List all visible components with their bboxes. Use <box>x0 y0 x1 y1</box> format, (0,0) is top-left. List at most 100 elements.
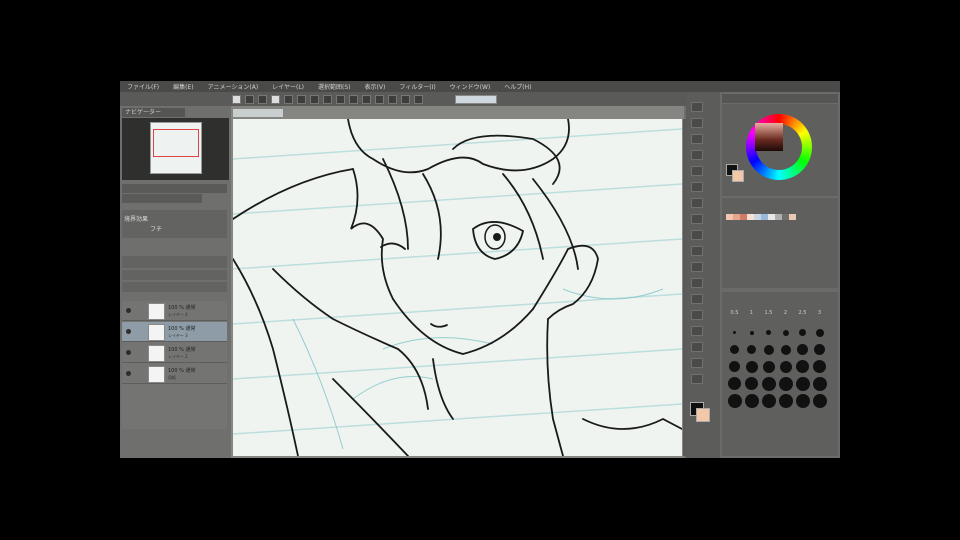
menu-layer[interactable]: レイヤー(L) <box>265 82 311 91</box>
menu-help[interactable]: ヘルプ(H) <box>497 82 538 91</box>
brush-size-option[interactable] <box>794 341 811 358</box>
brush-size-label: 1.5 <box>764 310 773 316</box>
brush-size-option[interactable] <box>811 392 828 409</box>
snap-icon[interactable] <box>401 94 410 104</box>
brush-size-option[interactable] <box>726 324 743 341</box>
color-set-swatches[interactable] <box>726 214 796 220</box>
text-tool-icon[interactable] <box>691 358 703 368</box>
navigator-thumbnail[interactable] <box>150 122 202 174</box>
fill-tool-icon[interactable] <box>691 294 703 304</box>
brush-size-option[interactable] <box>811 324 828 341</box>
brush-size-option[interactable] <box>743 341 760 358</box>
eye-icon[interactable] <box>126 329 131 334</box>
brush-size-option[interactable] <box>726 358 743 375</box>
drawing-canvas[interactable] <box>233 119 682 456</box>
canvas-tab[interactable] <box>233 109 283 117</box>
brush-size-option[interactable] <box>760 392 777 409</box>
blend-tool-icon[interactable] <box>691 278 703 288</box>
menu-edit[interactable]: 編集(E) <box>166 82 200 91</box>
menu-window[interactable]: ウィンドウ(W) <box>443 82 498 91</box>
opacity-bar[interactable] <box>122 282 227 292</box>
pen-tool-icon[interactable] <box>691 198 703 208</box>
gradient-tool-icon[interactable] <box>691 310 703 320</box>
zoom-tool-icon[interactable] <box>691 102 703 112</box>
brush-size-option[interactable] <box>760 375 777 392</box>
lasso-tool-icon[interactable] <box>691 166 703 176</box>
move-tool-icon[interactable] <box>691 118 703 128</box>
menu-file[interactable]: ファイル(F) <box>120 82 166 91</box>
select-tool-icon[interactable] <box>691 150 703 160</box>
eye-icon[interactable] <box>126 350 131 355</box>
balloon-tool-icon[interactable] <box>691 374 703 384</box>
airbrush-tool-icon[interactable] <box>691 246 703 256</box>
brush-size-option[interactable] <box>726 341 743 358</box>
copy-icon[interactable] <box>271 94 280 104</box>
brush-size-option[interactable] <box>726 392 743 409</box>
layer-row[interactable]: 100 % 通常 用紙 <box>122 364 227 384</box>
brush-size-option[interactable] <box>743 375 760 392</box>
background-color-swatch[interactable] <box>696 408 710 422</box>
color-panel-tabs[interactable] <box>722 94 838 103</box>
saturation-value-square[interactable] <box>755 123 783 151</box>
redo-icon[interactable] <box>297 94 306 104</box>
open-icon[interactable] <box>245 94 254 104</box>
navigator-tab[interactable]: ナビゲーター <box>122 108 185 117</box>
sub-color-swatch[interactable] <box>732 170 744 182</box>
save-icon[interactable] <box>258 94 267 104</box>
menu-view[interactable]: 表示(V) <box>358 82 393 91</box>
command-field[interactable] <box>455 94 497 104</box>
layer-row[interactable]: 100 % 通常 レイヤー 2 <box>122 343 227 363</box>
eye-icon[interactable] <box>126 371 131 376</box>
frame-tool-icon[interactable] <box>691 342 703 352</box>
brush-size-option[interactable] <box>760 358 777 375</box>
navigator-view-frame[interactable] <box>153 129 199 157</box>
zoom-slider[interactable] <box>122 184 227 193</box>
menu-selection[interactable]: 選択範囲(S) <box>311 82 358 91</box>
transform-icon[interactable] <box>323 94 332 104</box>
blend-mode-bar[interactable] <box>122 270 227 280</box>
brush-tool-icon[interactable] <box>691 230 703 240</box>
menu-filter[interactable]: フィルター(I) <box>392 82 442 91</box>
brush-size-option[interactable] <box>811 375 828 392</box>
brush-size-option[interactable] <box>811 358 828 375</box>
brush-size-option[interactable] <box>777 324 794 341</box>
brush-size-option[interactable] <box>777 341 794 358</box>
deselect-icon[interactable] <box>362 94 371 104</box>
eye-icon[interactable] <box>126 308 131 313</box>
brush-size-option[interactable] <box>794 375 811 392</box>
brush-size-option[interactable] <box>743 324 760 341</box>
crop-icon[interactable] <box>388 94 397 104</box>
brush-size-option[interactable] <box>811 341 828 358</box>
select-all-icon[interactable] <box>349 94 358 104</box>
brush-dot-icon <box>766 330 771 335</box>
figure-tool-icon[interactable] <box>691 326 703 336</box>
invert-icon[interactable] <box>375 94 384 104</box>
eraser-icon[interactable] <box>691 262 703 272</box>
undo-icon[interactable] <box>284 94 293 104</box>
layer-row[interactable]: 100 % 通常 レイヤー 4 <box>122 301 227 321</box>
rotate-slider[interactable] <box>122 194 202 203</box>
color-wheel[interactable] <box>746 114 812 180</box>
brush-size-option[interactable] <box>777 375 794 392</box>
fill-icon[interactable] <box>336 94 345 104</box>
pencil-tool-icon[interactable] <box>691 214 703 224</box>
hand-icon[interactable] <box>691 134 703 144</box>
brush-size-option[interactable] <box>760 341 777 358</box>
brush-size-option[interactable] <box>743 358 760 375</box>
brush-size-option[interactable] <box>777 392 794 409</box>
brush-size-option[interactable] <box>794 392 811 409</box>
brush-size-option[interactable] <box>743 392 760 409</box>
eyedropper-icon[interactable] <box>691 182 703 192</box>
layer-tools-bar[interactable] <box>122 256 227 268</box>
clear-icon[interactable] <box>310 94 319 104</box>
brush-dot-icon <box>812 393 827 408</box>
new-file-icon[interactable] <box>232 94 241 104</box>
brush-size-option[interactable] <box>794 358 811 375</box>
menu-animation[interactable]: アニメーション(A) <box>201 82 266 91</box>
brush-size-option[interactable] <box>760 324 777 341</box>
brush-size-option[interactable] <box>777 358 794 375</box>
layer-row-selected[interactable]: 100 % 通常 レイヤー 3 <box>122 322 227 342</box>
brush-size-option[interactable] <box>726 375 743 392</box>
ruler-icon[interactable] <box>414 94 423 104</box>
brush-size-option[interactable] <box>794 324 811 341</box>
